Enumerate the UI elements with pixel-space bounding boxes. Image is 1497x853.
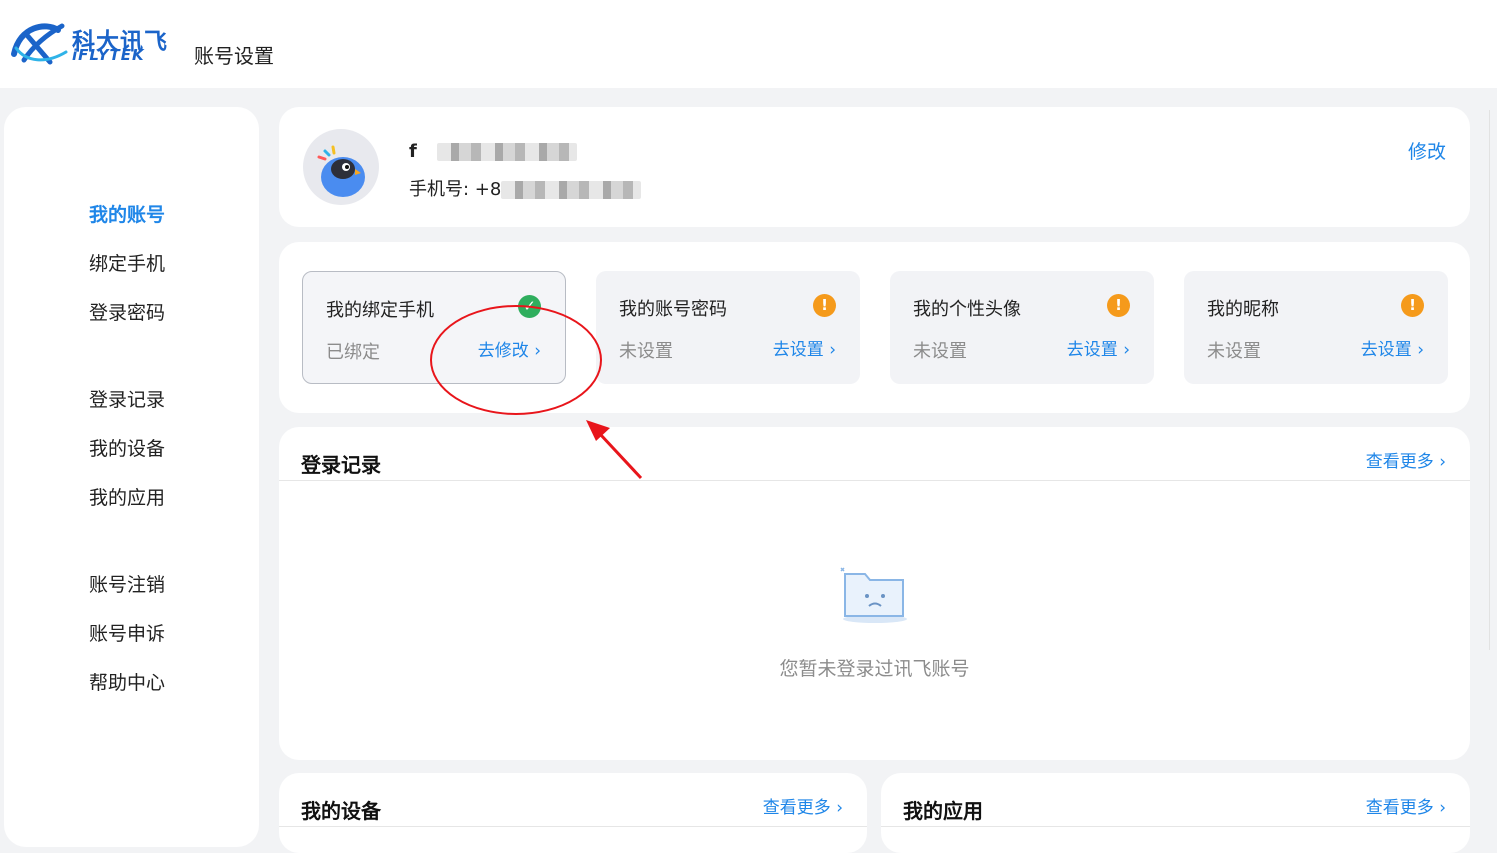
login-records-card: 登录记录 查看更多 › 您暂未登录过讯飞账号 xyxy=(279,427,1470,760)
sidebar: 我的账号 绑定手机 登录密码 登录记录 我的设备 我的应用 账号注销 账号申诉 … xyxy=(4,107,259,847)
sidebar-item-account-appeal[interactable]: 账号申诉 xyxy=(89,619,165,646)
edit-profile-link[interactable]: 修改 xyxy=(1408,137,1446,164)
warning-icon: ! xyxy=(813,294,836,317)
iflytek-logo-mark xyxy=(11,23,68,65)
devices-more-link[interactable]: 查看更多 › xyxy=(763,793,843,818)
phone-redacted-blur xyxy=(501,181,642,199)
bind-item-status: 未设置 xyxy=(619,341,673,362)
apps-more-link[interactable]: 查看更多 › xyxy=(1366,793,1446,818)
go-set-link[interactable]: 去设置 › xyxy=(1361,335,1424,360)
bind-item-status: 未设置 xyxy=(913,341,967,362)
sidebar-item-my-apps[interactable]: 我的应用 xyxy=(89,483,165,510)
binding-status-card: 我的绑定手机 ✓ 已绑定 去修改 › 我的账号密码 ! 未设置 去设置 › 我的… xyxy=(279,242,1470,413)
divider xyxy=(881,826,1470,827)
bind-item-nickname[interactable]: 我的昵称 ! 未设置 去设置 › xyxy=(1184,271,1448,384)
bind-item-title: 我的昵称 xyxy=(1207,299,1279,320)
iflytek-logo[interactable]: 科大讯飞 iFLYTEK xyxy=(10,18,170,68)
sidebar-item-bind-phone[interactable]: 绑定手机 xyxy=(89,249,165,276)
bind-item-title: 我的绑定手机 xyxy=(326,300,434,321)
bind-item-password[interactable]: 我的账号密码 ! 未设置 去设置 › xyxy=(596,271,860,384)
devices-title: 我的设备 xyxy=(301,799,381,823)
sidebar-item-account-cancel[interactable]: 账号注销 xyxy=(89,570,165,597)
avatar[interactable] xyxy=(303,129,379,205)
go-modify-link[interactable]: 去修改 › xyxy=(478,336,541,361)
login-records-title: 登录记录 xyxy=(301,453,381,477)
bind-item-title: 我的账号密码 xyxy=(619,299,727,320)
adjacent-panel-edge xyxy=(1489,110,1497,650)
go-set-link[interactable]: 去设置 › xyxy=(773,335,836,360)
warning-icon: ! xyxy=(1107,294,1130,317)
name-redacted-blur xyxy=(437,143,578,161)
divider xyxy=(279,480,1470,481)
sidebar-item-my-devices[interactable]: 我的设备 xyxy=(89,434,165,461)
profile-card: f 手机号: +8 修改 xyxy=(279,107,1470,227)
warning-icon: ! xyxy=(1401,294,1424,317)
apps-title: 我的应用 xyxy=(903,799,983,823)
empty-state-text: 您暂未登录过讯飞账号 xyxy=(779,658,970,680)
check-icon: ✓ xyxy=(518,295,541,318)
devices-card: 我的设备 查看更多 › xyxy=(279,773,867,853)
bind-item-phone[interactable]: 我的绑定手机 ✓ 已绑定 去修改 › xyxy=(302,271,566,384)
bind-item-title: 我的个性头像 xyxy=(913,299,1021,320)
user-phone: 手机号: +8 xyxy=(409,175,642,201)
sidebar-item-login-password[interactable]: 登录密码 xyxy=(89,298,165,325)
bind-item-status: 未设置 xyxy=(1207,341,1261,362)
logo-english-text: iFLYTEK xyxy=(72,46,145,64)
apps-card: 我的应用 查看更多 › xyxy=(881,773,1470,853)
bind-item-status: 已绑定 xyxy=(326,342,380,363)
bird-mascot-icon xyxy=(317,145,365,197)
sidebar-item-my-account[interactable]: 我的账号 xyxy=(89,200,165,227)
sidebar-item-login-records[interactable]: 登录记录 xyxy=(89,385,165,412)
bind-item-avatar[interactable]: 我的个性头像 ! 未设置 去设置 › xyxy=(890,271,1154,384)
top-bar: 科大讯飞 iFLYTEK 账号设置 xyxy=(0,0,1497,88)
phone-label: 手机号: +8 xyxy=(409,179,502,200)
divider xyxy=(279,826,867,827)
user-name: f xyxy=(409,141,578,162)
user-name-visible-part: f xyxy=(409,141,417,162)
page-title: 账号设置 xyxy=(194,44,274,68)
login-records-more-link[interactable]: 查看更多 › xyxy=(1366,447,1446,472)
go-set-link[interactable]: 去设置 › xyxy=(1067,335,1130,360)
sidebar-item-help-center[interactable]: 帮助中心 xyxy=(89,668,165,695)
empty-folder-icon xyxy=(840,567,907,623)
